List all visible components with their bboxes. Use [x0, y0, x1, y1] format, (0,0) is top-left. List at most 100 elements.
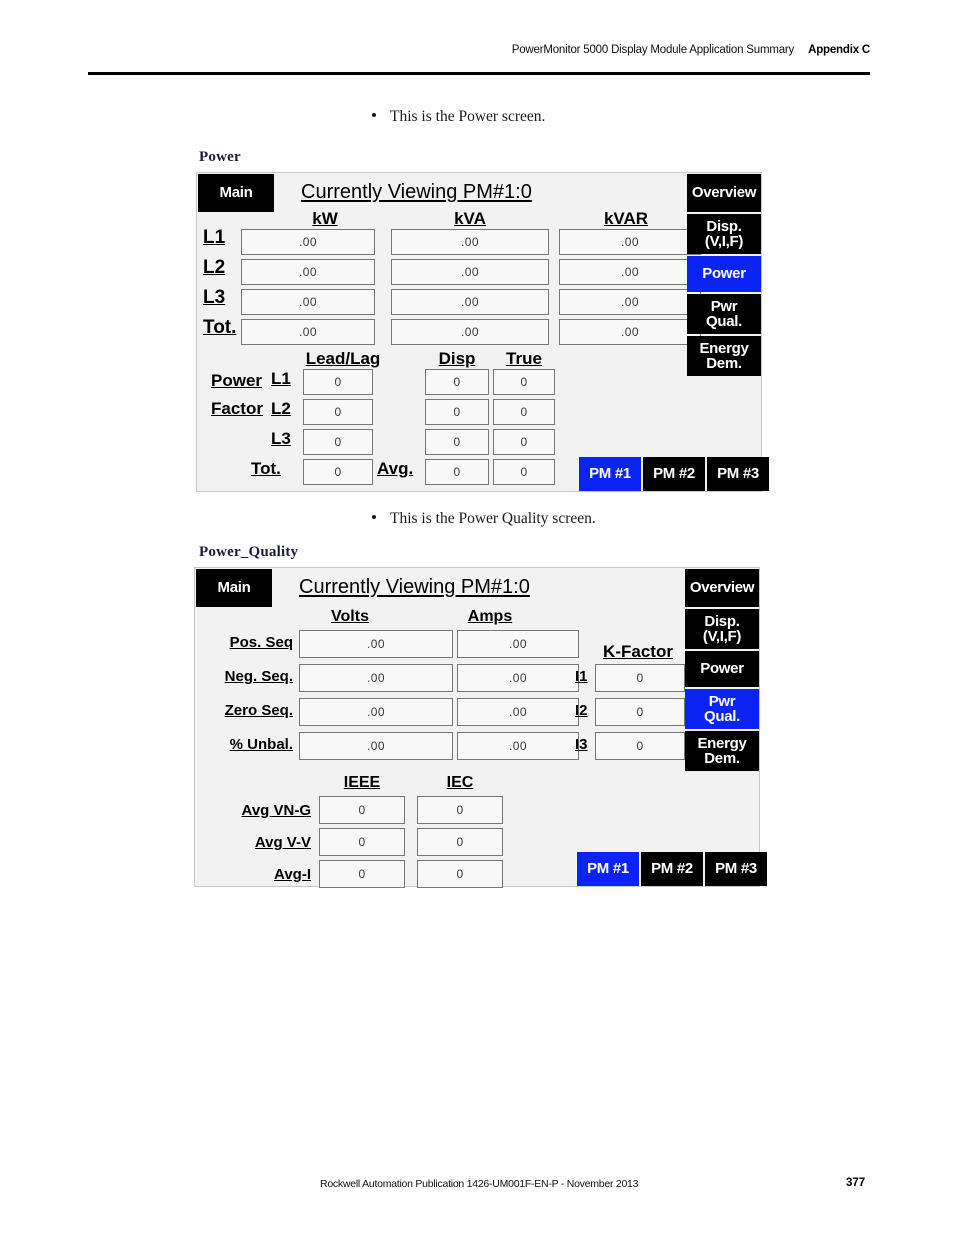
std-iec-avg-v-v[interactable]: 0 — [417, 828, 503, 856]
pm-button-1-label-pq: PM #1 — [587, 860, 629, 878]
nav-button-power-power[interactable]: Power — [687, 256, 761, 292]
nav-button-power-pq[interactable]: Power — [685, 651, 759, 687]
column-header-kvar: kVAR — [603, 209, 649, 228]
value-amps-pos-seq[interactable]: .00 — [457, 630, 579, 658]
kfactor-value-i3[interactable]: 0 — [595, 732, 685, 760]
pf-row-label-tot: Tot. — [251, 459, 281, 478]
pf-leadlag-tot[interactable]: 0 — [303, 459, 373, 485]
value-volts-pct-unbal[interactable]: .00 — [299, 732, 453, 760]
kfactor-row-label-i1: I1 — [575, 668, 588, 685]
kfactor-value-i1[interactable]: 0 — [595, 664, 685, 692]
pf-header-true: True — [506, 349, 542, 368]
std-iec-avg-i[interactable]: 0 — [417, 860, 503, 888]
row-label-l1: L1 — [203, 227, 226, 248]
value-volts-zero-seq[interactable]: .00 — [299, 698, 453, 726]
value-volts-pos-seq[interactable]: .00 — [299, 630, 453, 658]
pf-header-lead-lag: Lead/Lag — [305, 349, 381, 368]
pf-disp-l2[interactable]: 0 — [425, 399, 489, 425]
hmi-panel-power-quality: Main Currently Viewing PM#1:0 Volts Amps… — [194, 567, 767, 888]
nav-button-power-label: Power — [702, 265, 746, 283]
pf-row-label-l2: L2 — [271, 399, 291, 418]
nav-button-disp-label-pq-line2: (V,I,F) — [702, 628, 742, 645]
nav-button-overview-power[interactable]: Overview — [687, 174, 761, 212]
pm-button-2-pq[interactable]: PM #2 — [641, 852, 703, 886]
nav-button-disp-label-line2: (V,I,F) — [704, 233, 744, 250]
pf-disp-avg[interactable]: 0 — [425, 459, 489, 485]
nav-button-disp-label-pq-line1: Disp. — [704, 612, 740, 630]
nav-button-overview-pq[interactable]: Overview — [685, 569, 759, 607]
value-kvar-l3[interactable]: .00 — [559, 289, 701, 315]
header-divider — [88, 72, 870, 75]
value-kvar-l2[interactable]: .00 — [559, 259, 701, 285]
pf-disp-l1[interactable]: 0 — [425, 369, 489, 395]
pm-button-1-pq[interactable]: PM #1 — [577, 852, 639, 886]
pm-button-3-pq[interactable]: PM #3 — [705, 852, 767, 886]
footer-page-number: 377 — [846, 1177, 866, 1189]
pm-button-2-power[interactable]: PM #2 — [643, 457, 705, 491]
nav-button-disp-label-line1: Disp. — [706, 217, 742, 235]
nav-button-energydem-label-pq-line1: Energy — [697, 734, 747, 752]
pf-true-l2[interactable]: 0 — [493, 399, 555, 425]
page-header: PowerMonitor 5000 Display Module Applica… — [88, 44, 870, 74]
pm-button-3-label-pq: PM #3 — [715, 860, 757, 878]
std-ieee-avg-i[interactable]: 0 — [319, 860, 405, 888]
std-ieee-avg-v-v[interactable]: 0 — [319, 828, 405, 856]
pf-true-avg[interactable]: 0 — [493, 459, 555, 485]
pm-button-2-label-pq: PM #2 — [651, 860, 693, 878]
main-button-label: Main — [219, 184, 253, 202]
std-header-iec: IEC — [446, 774, 474, 791]
value-amps-zero-seq[interactable]: .00 — [457, 698, 579, 726]
pf-header-disp: Disp — [438, 349, 476, 368]
pf-disp-l3[interactable]: 0 — [425, 429, 489, 455]
nav-button-pwrqual-label-line1: Pwr — [710, 297, 738, 315]
footer-publication: Rockwell Automation Publication 1426-UM0… — [320, 1178, 639, 1190]
nav-button-disp-pq[interactable]: Disp. (V,I,F) — [685, 609, 759, 649]
kfactor-value-i2[interactable]: 0 — [595, 698, 685, 726]
nav-button-overview-label-pq: Overview — [689, 579, 755, 597]
pf-leadlag-l1[interactable]: 0 — [303, 369, 373, 395]
std-header-ieee: IEEE — [343, 774, 381, 791]
pm-button-2-label: PM #2 — [653, 465, 695, 483]
row-label-pos-seq: Pos. Seq — [229, 634, 293, 651]
std-ieee-avg-vn-g[interactable]: 0 — [319, 796, 405, 824]
nav-button-energydem-label-line1: Energy — [699, 339, 749, 357]
nav-button-pwrqual-pq[interactable]: Pwr Qual. — [685, 689, 759, 729]
value-kw-l3[interactable]: .00 — [241, 289, 375, 315]
main-button-pq[interactable]: Main — [196, 569, 272, 607]
value-volts-neg-seq[interactable]: .00 — [299, 664, 453, 692]
nav-button-energydem-power[interactable]: Energy Dem. — [687, 336, 761, 376]
value-kw-tot[interactable]: .00 — [241, 319, 375, 345]
pf-leadlag-l3[interactable]: 0 — [303, 429, 373, 455]
value-kva-l3[interactable]: .00 — [391, 289, 549, 315]
nav-button-disp-power[interactable]: Disp. (V,I,F) — [687, 214, 761, 254]
bullet-power-screen-text: This is the Power screen. — [390, 108, 546, 125]
column-header-amps: Amps — [467, 608, 513, 625]
value-kva-l2[interactable]: .00 — [391, 259, 549, 285]
value-kva-l1[interactable]: .00 — [391, 229, 549, 255]
pf-true-l3[interactable]: 0 — [493, 429, 555, 455]
std-iec-avg-vn-g[interactable]: 0 — [417, 796, 503, 824]
std-row-label-avg-vn-g: Avg VN-G — [241, 802, 311, 819]
value-kvar-l1[interactable]: .00 — [559, 229, 701, 255]
pf-leadlag-l2[interactable]: 0 — [303, 399, 373, 425]
main-button-label-pq: Main — [217, 579, 251, 597]
column-header-kva: kVA — [454, 209, 486, 228]
value-kw-l2[interactable]: .00 — [241, 259, 375, 285]
pf-true-l1[interactable]: 0 — [493, 369, 555, 395]
pf-row-label-l3: L3 — [271, 429, 291, 448]
column-header-kw: kW — [312, 209, 338, 228]
value-amps-pct-unbal[interactable]: .00 — [457, 732, 579, 760]
value-amps-neg-seq[interactable]: .00 — [457, 664, 579, 692]
nav-button-energydem-pq[interactable]: Energy Dem. — [685, 731, 759, 771]
nav-button-energydem-label-pq-line2: Dem. — [704, 750, 740, 767]
nav-button-pwrqual-power[interactable]: Pwr Qual. — [687, 294, 761, 334]
bullet-power-screen: This is the Power screen. — [372, 108, 545, 126]
value-kw-l1[interactable]: .00 — [241, 229, 375, 255]
pm-button-1-power[interactable]: PM #1 — [579, 457, 641, 491]
row-label-tot: Tot. — [203, 317, 237, 338]
pm-button-3-power[interactable]: PM #3 — [707, 457, 769, 491]
value-kva-tot[interactable]: .00 — [391, 319, 549, 345]
value-kvar-tot[interactable]: .00 — [559, 319, 701, 345]
main-button-power[interactable]: Main — [198, 174, 274, 212]
pm-button-3-label: PM #3 — [717, 465, 759, 483]
